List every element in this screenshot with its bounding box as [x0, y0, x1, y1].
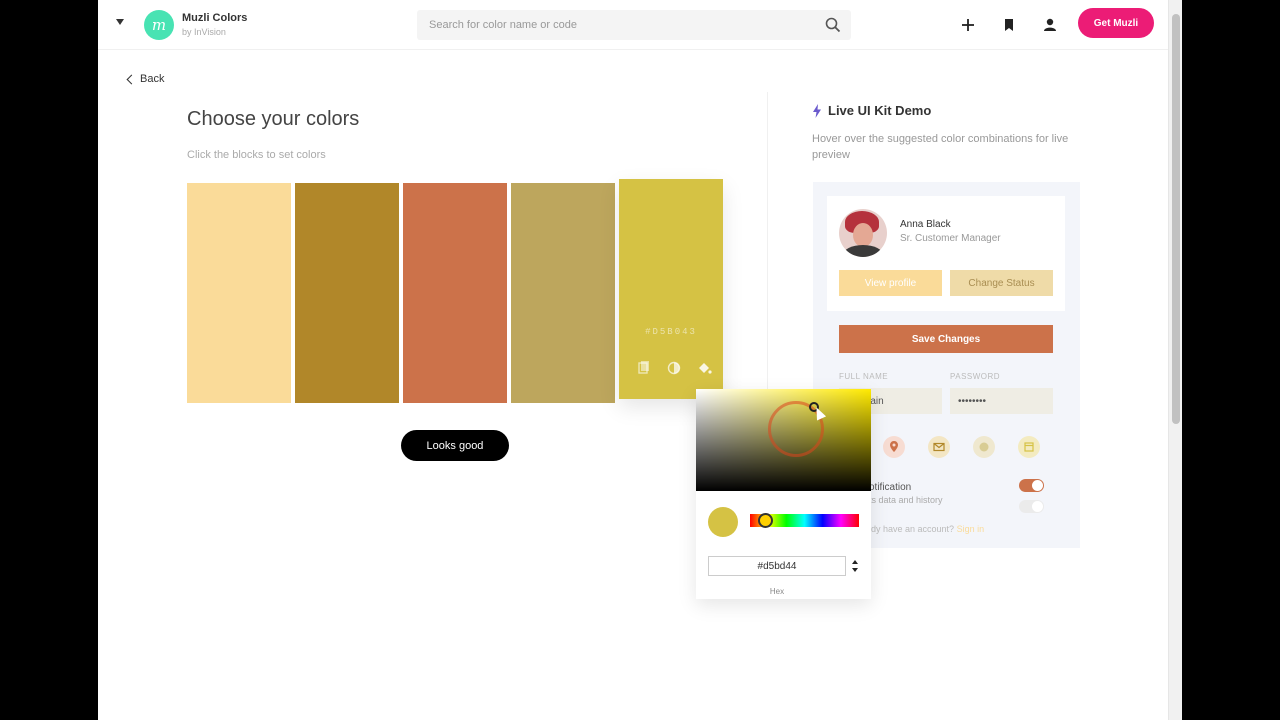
account-prompt: dy have an account? Sign in	[871, 524, 984, 534]
plus-icon[interactable]	[957, 14, 979, 36]
avatar	[839, 209, 887, 257]
back-label: Back	[140, 73, 165, 85]
copy-icon[interactable]	[636, 361, 652, 375]
color-block-4[interactable]	[511, 183, 615, 403]
top-navbar: m Muzli Colors by InVision Get Muzli	[98, 0, 1168, 50]
user-icon[interactable]	[1039, 14, 1061, 36]
color-block-5[interactable]: #D5B043	[619, 179, 723, 399]
back-link[interactable]: Back	[126, 73, 165, 85]
hex-input[interactable]	[708, 556, 846, 576]
person-role: Sr. Customer Manager	[900, 233, 1001, 244]
search-input[interactable]	[429, 17, 819, 33]
bookmark-icon[interactable]	[998, 14, 1020, 36]
search-icon[interactable]	[825, 17, 841, 33]
browser-viewport: m Muzli Colors by InVision Get Muzli Bac…	[98, 0, 1182, 720]
view-profile-button[interactable]: View profile	[839, 270, 942, 296]
divider	[767, 92, 768, 412]
notification-title: otification	[869, 482, 912, 493]
color-block-3[interactable]	[403, 183, 507, 403]
page-title: Choose your colors	[187, 108, 360, 130]
color-block-2[interactable]	[295, 183, 399, 403]
chevron-left-icon	[126, 74, 137, 84]
live-demo-title: Live UI Kit Demo	[812, 103, 931, 118]
color-preview-swatch	[708, 507, 738, 537]
search-bar	[417, 10, 851, 40]
hex-label: Hex	[769, 587, 785, 596]
contrast-icon[interactable]	[666, 361, 682, 375]
notification-toggle-on[interactable]	[1019, 479, 1044, 492]
hex-spinner-icon[interactable]	[851, 559, 859, 573]
mail-icon[interactable]	[928, 436, 950, 458]
location-icon[interactable]	[883, 436, 905, 458]
looks-good-button[interactable]: Looks good	[401, 430, 509, 461]
get-muzli-button[interactable]: Get Muzli	[1078, 8, 1154, 38]
change-status-button[interactable]: Change Status	[950, 270, 1053, 296]
paint-bucket-icon[interactable]	[696, 361, 712, 375]
globe-icon[interactable]	[973, 436, 995, 458]
hue-slider-knob[interactable]	[758, 513, 773, 528]
brand-subtitle: by InVision	[182, 27, 226, 37]
brand-title: Muzli Colors	[182, 12, 248, 24]
color-code-label: #D5B043	[645, 327, 697, 337]
color-block-tools	[636, 361, 712, 375]
menu-caret-icon[interactable]	[116, 19, 124, 25]
password-label: PASSWORD	[950, 372, 1001, 381]
password-field[interactable]	[950, 388, 1053, 414]
color-picker-popup: Hex	[696, 389, 871, 599]
full-name-label: FULL NAME	[839, 372, 889, 381]
live-demo-title-text: Live UI Kit Demo	[828, 103, 932, 118]
person-name: Anna Black	[900, 219, 951, 230]
sign-in-link[interactable]: Sign in	[957, 524, 985, 534]
page-subtitle: Click the blocks to set colors	[187, 149, 326, 161]
calendar-icon[interactable]	[1018, 436, 1040, 458]
account-prompt-text: dy have an account?	[871, 524, 955, 534]
notification-subtitle: ts data and history	[869, 495, 943, 505]
live-demo-description: Hover over the suggested color combinati…	[812, 133, 1069, 161]
page-scrollbar[interactable]	[1168, 0, 1182, 720]
muzli-logo[interactable]: m	[144, 10, 174, 40]
notification-toggle-off[interactable]	[1019, 500, 1044, 513]
bolt-icon	[813, 103, 821, 118]
color-block-1[interactable]	[187, 183, 291, 403]
scrollbar-thumb[interactable]	[1172, 14, 1180, 424]
save-changes-button[interactable]: Save Changes	[839, 325, 1053, 353]
